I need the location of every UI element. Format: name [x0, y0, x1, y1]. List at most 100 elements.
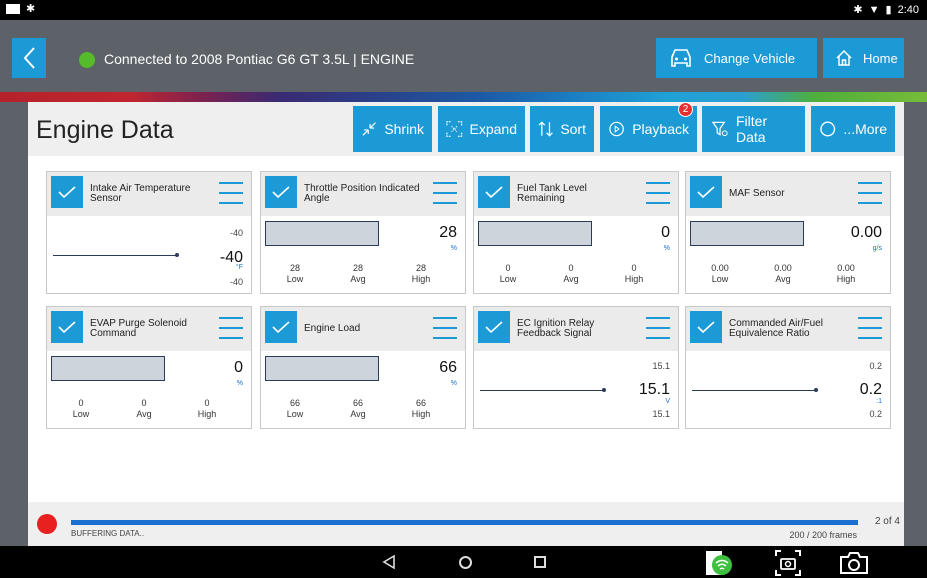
- nav-recent-apps-icon[interactable]: [534, 556, 546, 568]
- stat-high: 66 High: [411, 398, 431, 419]
- stat-low: 0 Low: [72, 398, 90, 419]
- more-button[interactable]: ...More: [811, 106, 895, 152]
- trend-line: [53, 255, 177, 256]
- stat-low: 0.00 Low: [711, 263, 729, 284]
- card-title: EC Ignition Relay Feedback Signal: [517, 318, 595, 339]
- page-title: Engine Data: [36, 116, 174, 144]
- card-title: EVAP Purge Solenoid Command: [90, 318, 187, 339]
- pid-card-maf-sensor[interactable]: MAF Sensor 0.00 g/s 0.00 Low 0.00 Avg 0.00…: [685, 171, 891, 294]
- filter-data-label: Filter Data: [736, 113, 768, 145]
- trend-dot: [175, 253, 179, 257]
- shrink-label: Shrink: [384, 121, 424, 137]
- shrink-button[interactable]: Shrink: [353, 106, 432, 152]
- card-title: Commanded Air/Fuel Equivalence Ratio: [729, 318, 823, 339]
- current-value: 66: [439, 359, 457, 376]
- buffer-status: BUFFERING DATA..: [71, 529, 145, 538]
- checkbox-checked-icon[interactable]: [690, 311, 722, 343]
- range-top: 15.1: [652, 361, 670, 371]
- gauge-bar: [51, 356, 165, 381]
- brand-color-strip: [0, 92, 927, 102]
- menu-icon[interactable]: [858, 182, 882, 204]
- trend-dot: [602, 388, 606, 392]
- stat-avg: 0.00 Avg: [774, 263, 792, 284]
- expand-button[interactable]: Expand: [438, 106, 525, 152]
- main-panel: Engine Data Shrink Expand Sort Playback …: [0, 102, 927, 546]
- filter-data-button[interactable]: Filter Data: [702, 106, 805, 152]
- stat-low: 66 Low: [286, 398, 304, 419]
- nav-home-icon[interactable]: [459, 556, 472, 569]
- home-icon: [836, 49, 852, 66]
- gauge-bar: [478, 221, 592, 246]
- status-bar: ✱ ✱ ▼ ▮ 2:40: [0, 0, 927, 20]
- record-button[interactable]: [37, 514, 57, 534]
- home-label: Home: [863, 50, 898, 66]
- play-icon: [609, 121, 624, 137]
- pid-card-commanded-air-fuel[interactable]: Commanded Air/Fuel Equivalence Ratio 0.2…: [685, 306, 891, 429]
- more-label: ...More: [843, 121, 887, 137]
- range-bottom: -40: [229, 277, 243, 287]
- checkbox-checked-icon[interactable]: [265, 311, 297, 343]
- menu-icon[interactable]: [646, 182, 670, 204]
- gauge-bar: [265, 356, 379, 381]
- playback-label: Playback: [632, 121, 689, 137]
- sort-button[interactable]: Sort: [530, 106, 594, 152]
- unit-label: V: [665, 398, 670, 405]
- frames-counter: 200 / 200 frames: [789, 530, 857, 540]
- checkbox-checked-icon[interactable]: [51, 311, 83, 343]
- current-value: 0.2: [859, 381, 882, 398]
- playback-button[interactable]: Playback 2: [600, 102, 697, 152]
- range-top: -40: [229, 228, 243, 238]
- stat-high: 0 High: [197, 398, 217, 419]
- range-top: 0.2: [869, 361, 882, 371]
- gauge-bar: [690, 221, 804, 246]
- pid-card-engine-load[interactable]: Engine Load 66 % 66 Low 66 Avg 66 High: [260, 306, 466, 429]
- tablet-wifi-icon[interactable]: [705, 550, 733, 576]
- menu-icon[interactable]: [646, 317, 670, 339]
- screenshot-icon[interactable]: [775, 550, 801, 576]
- pid-card-throttle-position[interactable]: Throttle Position Indicated Angle 28 % 2…: [260, 171, 466, 294]
- unit-label: %: [236, 380, 243, 387]
- checkbox-checked-icon[interactable]: [265, 176, 297, 208]
- checkbox-checked-icon[interactable]: [478, 176, 510, 208]
- checkbox-checked-icon[interactable]: [51, 176, 83, 208]
- buffer-progress-bar: [71, 520, 858, 525]
- pid-card-fuel-tank-level[interactable]: Fuel Tank Level Remaining 0 % 0 Low 0 Avg …: [473, 171, 679, 294]
- filter-icon: [712, 121, 728, 137]
- unit-label: %: [450, 245, 457, 252]
- menu-icon[interactable]: [219, 182, 243, 204]
- menu-icon[interactable]: [433, 317, 457, 339]
- checkbox-checked-icon[interactable]: [478, 311, 510, 343]
- card-title: Engine Load: [304, 323, 361, 334]
- stat-high: 0 High: [624, 263, 644, 284]
- menu-icon[interactable]: [433, 182, 457, 204]
- pid-card-intake-air-temperature[interactable]: Intake Air Temperature Sensor -40 -40 °F…: [46, 171, 252, 294]
- change-vehicle-button[interactable]: Change Vehicle: [656, 38, 817, 78]
- bluetooth-icon: ✱: [853, 4, 863, 16]
- gauge-bar: [265, 221, 379, 246]
- back-button[interactable]: [12, 38, 46, 78]
- unit-label: :1: [876, 398, 882, 405]
- app-header: Connected to 2008 Pontiac G6 GT 3.5L | E…: [0, 20, 927, 92]
- chevron-left-icon: [23, 47, 35, 69]
- pid-card-evap-purge-solenoid[interactable]: EVAP Purge Solenoid Command 0 % 0 Low 0 Av…: [46, 306, 252, 429]
- checkbox-checked-icon[interactable]: [690, 176, 722, 208]
- stat-low: 0 Low: [499, 263, 517, 284]
- sort-icon: [538, 121, 553, 137]
- stat-low: 28 Low: [286, 263, 304, 284]
- current-value: 0.00: [850, 224, 882, 241]
- toolbar: Engine Data Shrink Expand Sort Playback …: [28, 102, 904, 156]
- page-indicator: 2 of 4: [874, 516, 900, 527]
- current-value: 0: [234, 359, 243, 376]
- trend-line: [480, 390, 604, 391]
- expand-icon: [446, 121, 463, 137]
- wifi-icon: ▼: [868, 3, 880, 16]
- menu-icon[interactable]: [219, 317, 243, 339]
- camera-icon[interactable]: [839, 551, 869, 575]
- sort-label: Sort: [560, 121, 586, 137]
- menu-icon[interactable]: [858, 317, 882, 339]
- pid-card-ec-ignition-relay[interactable]: EC Ignition Relay Feedback Signal 15.1 1…: [473, 306, 679, 429]
- nav-back-icon[interactable]: [382, 554, 396, 570]
- home-button[interactable]: Home: [823, 38, 904, 78]
- card-title: MAF Sensor: [729, 188, 785, 199]
- range-bottom: 15.1: [652, 409, 670, 419]
